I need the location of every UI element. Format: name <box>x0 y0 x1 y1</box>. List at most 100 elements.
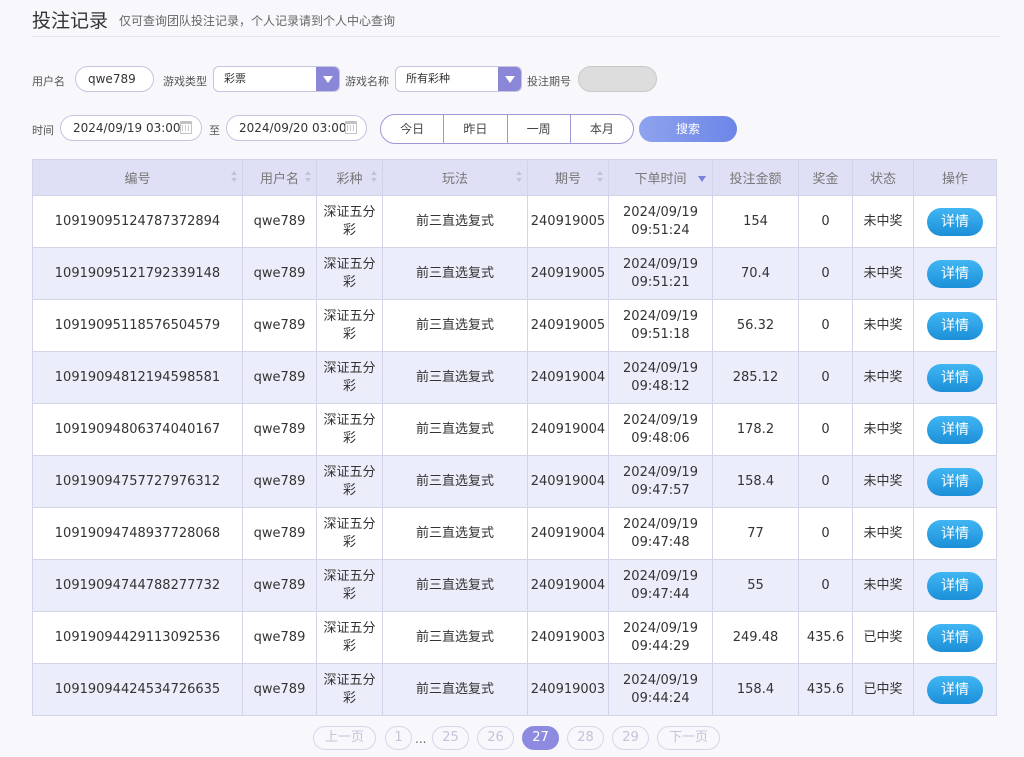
lottery-cell: 深证五分彩 <box>316 455 383 508</box>
chevron-down-icon[interactable] <box>498 67 521 91</box>
calendar-icon[interactable] <box>180 121 192 134</box>
amount-cell: 249.48 <box>712 611 799 664</box>
amount-cell: 158.4 <box>712 663 799 716</box>
play-cell: 前三直选复式 <box>382 351 528 404</box>
status-cell: 未中奖 <box>852 247 914 300</box>
table-row: 10919094748937728068 qwe789 深证五分彩 前三直选复式 240… <box>32 507 997 560</box>
detail-button[interactable]: 详情 <box>927 467 983 496</box>
sort-icon[interactable] <box>597 171 603 182</box>
status-cell: 未中奖 <box>852 195 914 248</box>
range-yesterday-button[interactable]: 昨日 <box>444 115 508 143</box>
column-header-order-time[interactable]: 下单时间 <box>608 159 713 196</box>
range-week-button[interactable]: 一周 <box>508 115 571 143</box>
calendar-icon[interactable] <box>345 121 357 134</box>
order-clock: 09:47:48 <box>631 534 690 550</box>
action-cell: 详情 <box>913 507 997 560</box>
detail-button[interactable]: 详情 <box>927 207 983 236</box>
prev-page-button[interactable]: 上一页 <box>313 726 376 750</box>
page-button[interactable]: 28 <box>567 726 604 750</box>
sort-icon[interactable] <box>231 171 237 182</box>
status-cell: 未中奖 <box>852 559 914 612</box>
action-cell: 详情 <box>913 559 997 612</box>
to-label: 至 <box>209 124 220 137</box>
play-cell: 前三直选复式 <box>382 455 528 508</box>
order-time-cell: 2024/09/19 09:51:18 <box>608 299 713 352</box>
order-date: 2024/09/19 <box>623 308 698 324</box>
column-header-user[interactable]: 用户名 <box>242 159 317 196</box>
detail-button[interactable]: 详情 <box>927 363 983 392</box>
current-page-button[interactable]: 27 <box>522 726 559 750</box>
amount-cell: 77 <box>712 507 799 560</box>
amount-cell: 158.4 <box>712 455 799 508</box>
action-cell: 详情 <box>913 611 997 664</box>
prize-cell: 0 <box>798 351 853 404</box>
username-cell: qwe789 <box>242 663 317 716</box>
column-header-prize: 奖金 <box>798 159 853 196</box>
bet-id-cell: 10919094748937728068 <box>32 507 243 560</box>
detail-button[interactable]: 详情 <box>927 571 983 600</box>
lottery-cell: 深证五分彩 <box>316 195 383 248</box>
order-date: 2024/09/19 <box>623 620 698 636</box>
detail-button[interactable]: 详情 <box>927 259 983 288</box>
page-button[interactable]: 25 <box>432 726 469 750</box>
table-row: 10919094806374040167 qwe789 深证五分彩 前三直选复式 240… <box>32 403 997 456</box>
status-cell: 已中奖 <box>852 663 914 716</box>
sort-icon[interactable] <box>516 171 522 182</box>
column-header-lottery[interactable]: 彩种 <box>316 159 383 196</box>
action-cell: 详情 <box>913 663 997 716</box>
action-cell: 详情 <box>913 195 997 248</box>
play-cell: 前三直选复式 <box>382 611 528 664</box>
detail-button[interactable]: 详情 <box>927 623 983 652</box>
sort-icon[interactable] <box>305 171 311 182</box>
detail-button[interactable]: 详情 <box>927 415 983 444</box>
amount-cell: 55 <box>712 559 799 612</box>
prize-cell: 0 <box>798 455 853 508</box>
prize-cell: 0 <box>798 507 853 560</box>
lottery-cell: 深证五分彩 <box>316 663 383 716</box>
detail-button[interactable]: 详情 <box>927 675 983 704</box>
sort-desc-icon[interactable] <box>698 176 706 182</box>
column-header-play[interactable]: 玩法 <box>382 159 528 196</box>
order-date: 2024/09/19 <box>623 568 698 584</box>
next-page-button[interactable]: 下一页 <box>657 726 720 750</box>
table-row: 10919095124787372894 qwe789 深证五分彩 前三直选复式 240… <box>32 195 997 248</box>
table-row: 10919094744788277732 qwe789 深证五分彩 前三直选复式 240… <box>32 559 997 612</box>
range-month-button[interactable]: 本月 <box>571 115 633 143</box>
game-name-value: 所有彩种 <box>406 72 450 85</box>
detail-button[interactable]: 详情 <box>927 311 983 340</box>
play-cell: 前三直选复式 <box>382 559 528 612</box>
order-clock: 09:51:18 <box>631 326 690 342</box>
table-row: 10919094812194598581 qwe789 深证五分彩 前三直选复式 240… <box>32 351 997 404</box>
page-first-button[interactable]: 1 <box>385 726 412 750</box>
time-from-input[interactable]: 2024/09/19 03:00 <box>60 115 202 141</box>
detail-button[interactable]: 详情 <box>927 519 983 548</box>
chevron-down-icon[interactable] <box>316 67 339 91</box>
search-button[interactable]: 搜索 <box>639 116 737 142</box>
issue-label: 投注期号 <box>527 75 571 88</box>
bet-id-cell: 10919094429113092536 <box>32 611 243 664</box>
username-input[interactable]: qwe789 <box>75 66 154 92</box>
page-button[interactable]: 29 <box>612 726 649 750</box>
issue-input[interactable] <box>578 66 657 92</box>
column-header-issue[interactable]: 期号 <box>527 159 609 196</box>
time-to-input[interactable]: 2024/09/20 03:00 <box>226 115 367 141</box>
issue-cell: 240919005 <box>527 195 609 248</box>
game-name-select[interactable]: 所有彩种 <box>395 66 522 92</box>
sort-icon[interactable] <box>371 171 377 182</box>
prize-cell: 0 <box>798 247 853 300</box>
prize-cell: 0 <box>798 195 853 248</box>
bet-id-cell: 10919095118576504579 <box>32 299 243 352</box>
bet-id-cell: 10919094812194598581 <box>32 351 243 404</box>
page-button[interactable]: 26 <box>477 726 514 750</box>
order-time-cell: 2024/09/19 09:47:44 <box>608 559 713 612</box>
column-header-amount: 投注金额 <box>712 159 799 196</box>
bet-id-cell: 10919094744788277732 <box>32 559 243 612</box>
game-type-select[interactable]: 彩票 <box>213 66 340 92</box>
range-today-button[interactable]: 今日 <box>381 115 445 143</box>
issue-cell: 240919005 <box>527 299 609 352</box>
bet-records-table: 编号 用户名 彩种 玩法 期号 下单时间 投注金额 奖金 状态 操作 10919… <box>32 159 997 716</box>
prize-cell: 0 <box>798 559 853 612</box>
username-cell: qwe789 <box>242 299 317 352</box>
column-header-id[interactable]: 编号 <box>32 159 243 196</box>
play-cell: 前三直选复式 <box>382 195 528 248</box>
